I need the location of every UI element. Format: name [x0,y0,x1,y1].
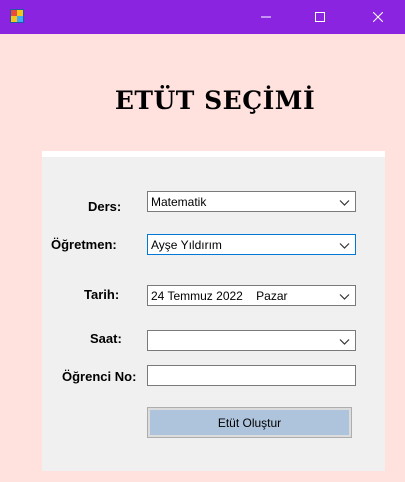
chevron-down-icon [339,200,350,206]
ogretmen-value: Ayşe Yıldırım [151,238,222,252]
ogretmen-label: Öğretmen: [51,237,117,252]
page-title: ETÜT SEÇİMİ [114,86,316,115]
saat-label: Saat: [90,331,122,346]
tarih-value: 24 Temmuz 2022 Pazar [151,289,288,303]
chevron-down-icon [339,339,350,345]
minimize-icon [261,16,271,18]
maximize-button[interactable] [297,0,343,34]
maximize-icon [315,12,325,22]
create-study-button-label: Etüt Oluştur [150,410,349,435]
ogrenci-no-input[interactable] [147,365,356,386]
ders-value: Matematik [151,195,207,209]
tarih-date-picker[interactable]: 24 Temmuz 2022 Pazar [147,285,356,306]
close-icon [373,12,383,22]
ogrenci-no-label: Öğrenci No: [62,369,137,384]
saat-combobox[interactable] [147,330,356,351]
ogretmen-combobox[interactable]: Ayşe Yıldırım [147,234,356,255]
tarih-label: Tarih: [84,287,120,302]
chevron-down-icon [339,294,350,300]
close-button[interactable] [355,0,401,34]
app-icon [10,9,24,23]
ders-combobox[interactable]: Matematik [147,191,356,212]
create-study-button[interactable]: Etüt Oluştur [147,407,352,438]
minimize-button[interactable] [243,0,289,34]
ders-label: Ders: [88,199,122,214]
chevron-down-icon [339,243,350,249]
title-bar [0,0,405,34]
